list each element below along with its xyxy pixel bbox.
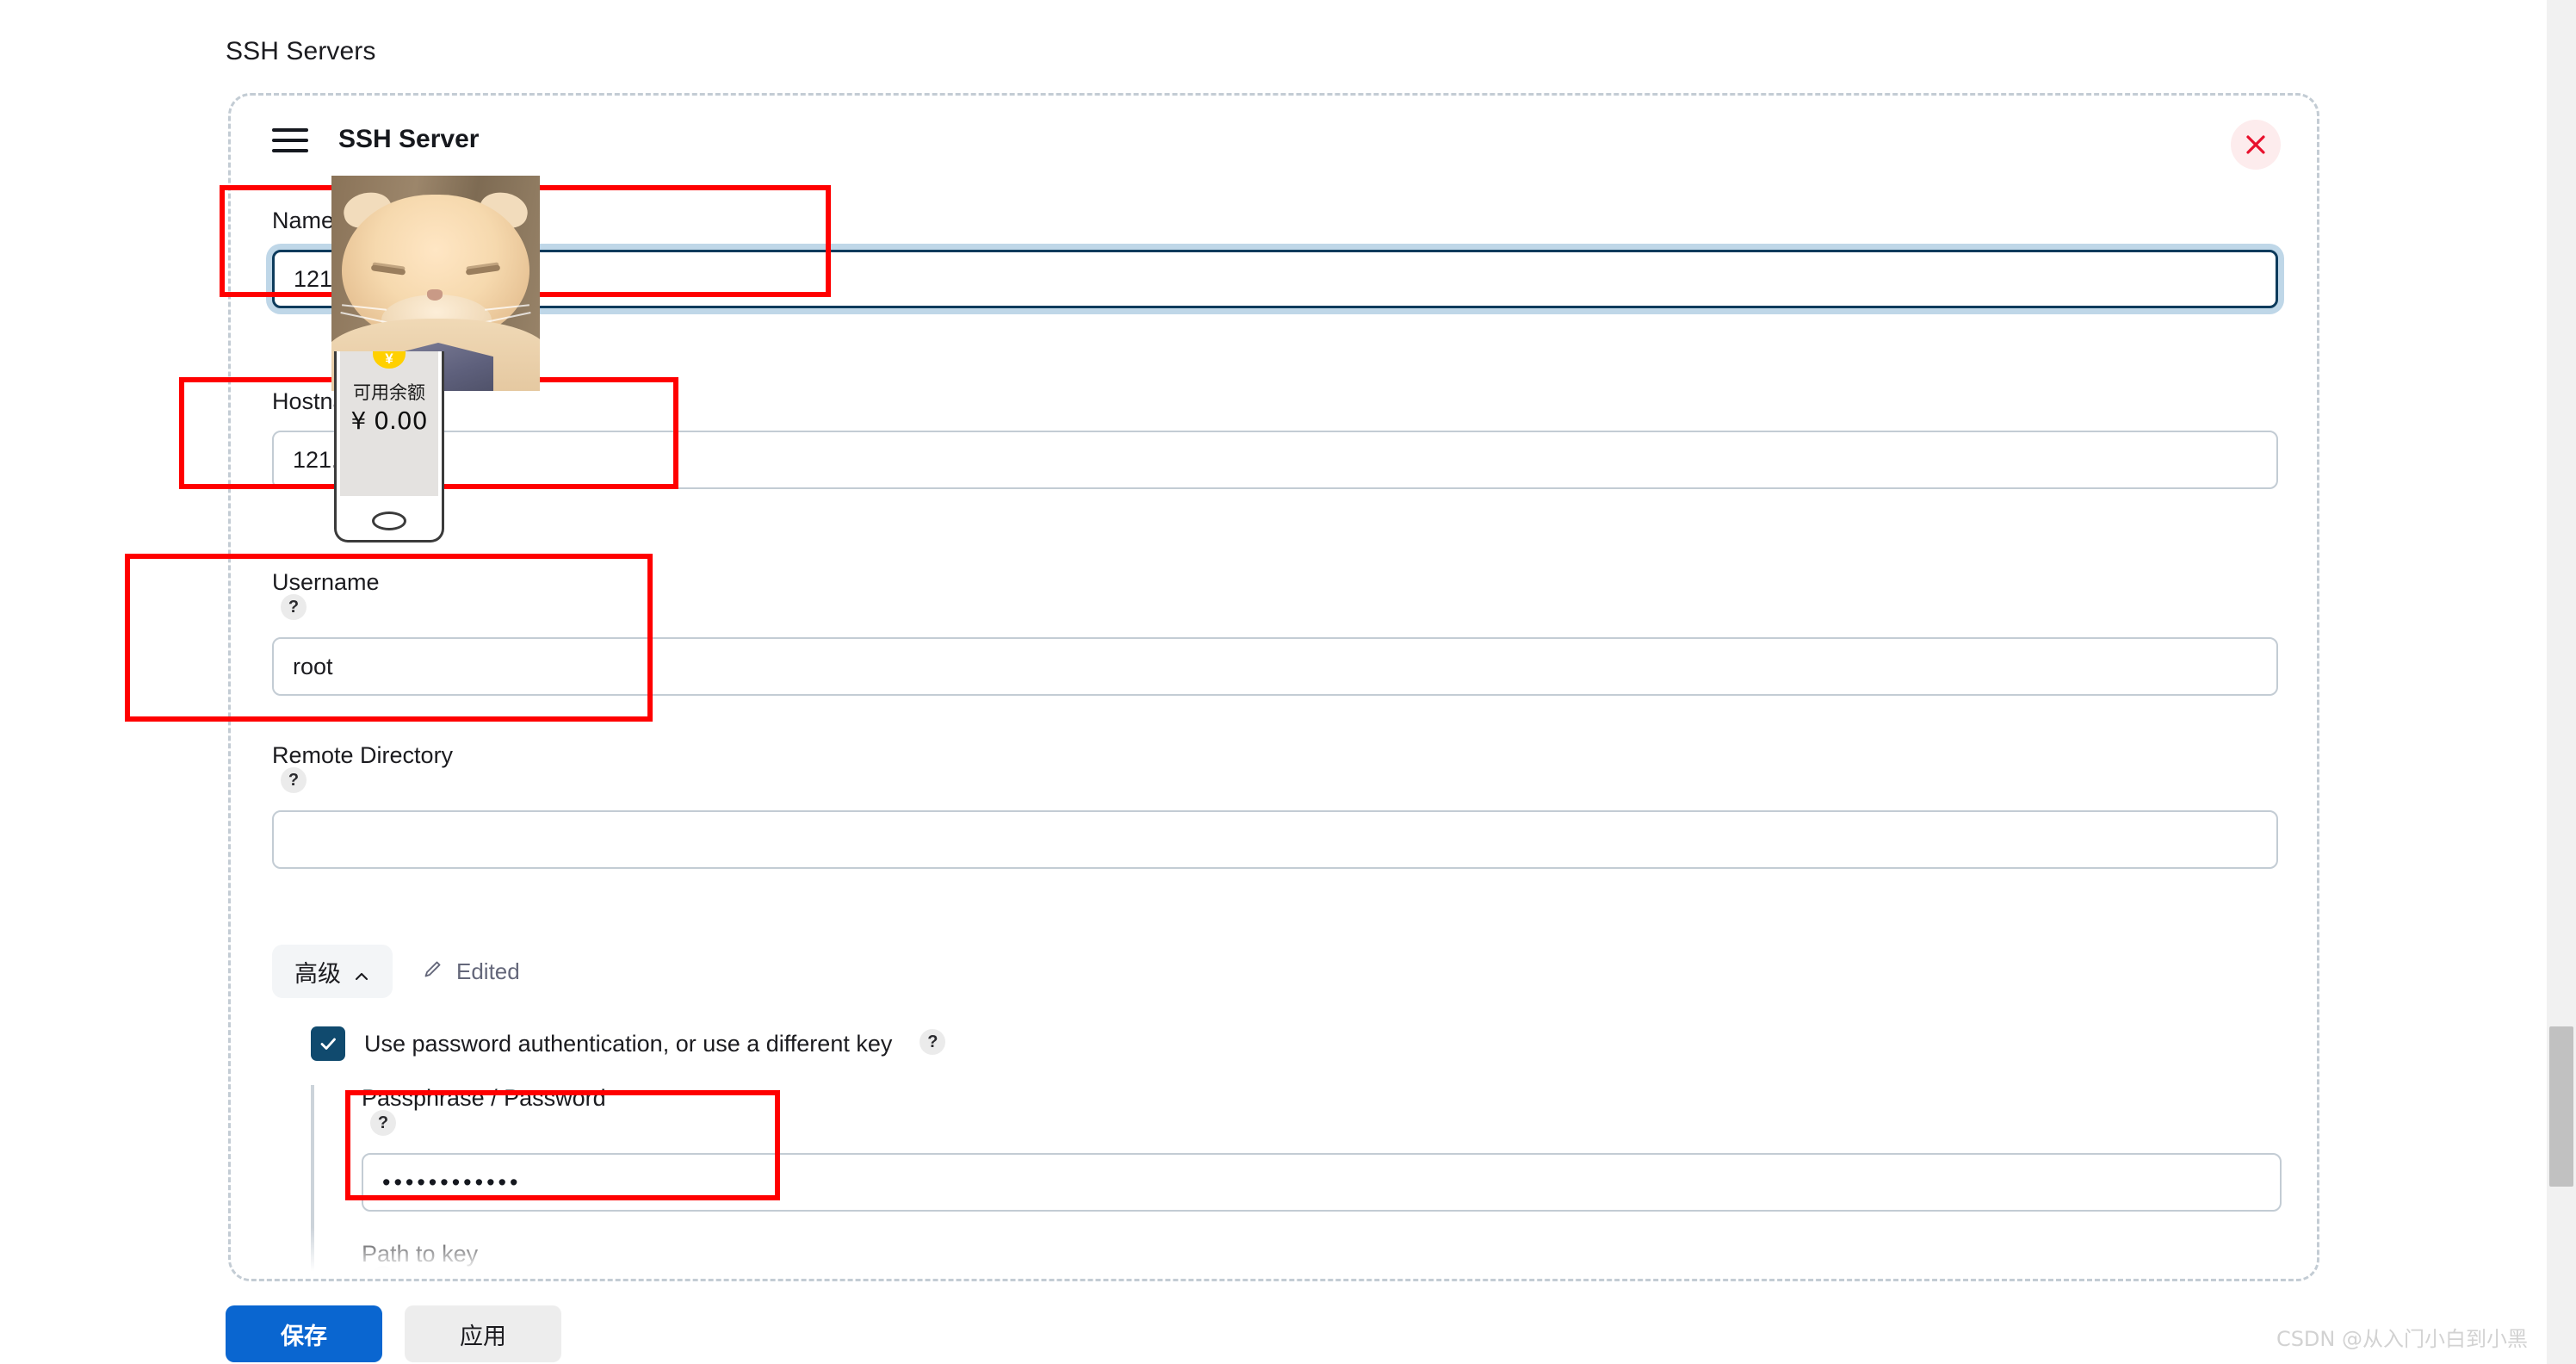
hostname-label: Hostname	[272, 388, 379, 414]
page-scrollbar-track[interactable]	[2547, 0, 2576, 1364]
password-auth-label: Use password authentication, or use a di…	[364, 1030, 893, 1057]
coin-icon: ¥	[373, 351, 406, 369]
phone-screen: ¥ 可用余额 ¥ 0.00	[340, 351, 438, 496]
advanced-toggle-button[interactable]: 高级	[272, 945, 393, 998]
save-button[interactable]: 保存	[226, 1305, 382, 1362]
name-field-group: Name	[272, 208, 2278, 308]
balance-amount: ¥ 0.00	[350, 406, 428, 435]
remote-directory-input[interactable]	[272, 810, 2278, 869]
remote-directory-field-group: Remote Directory?	[272, 742, 2278, 869]
hostname-input[interactable]	[272, 431, 2278, 489]
page-title: SSH Servers	[226, 37, 376, 65]
edited-label: Edited	[456, 958, 520, 984]
name-input[interactable]	[272, 250, 2278, 308]
edited-status: Edited	[422, 958, 520, 986]
hostname-field-group: Hostname	[272, 388, 2278, 489]
action-bar: 保存 应用	[226, 1305, 561, 1362]
pencil-icon	[422, 958, 444, 986]
path-to-key-field-group: Path to key?	[362, 1241, 2278, 1279]
username-label: Username	[272, 569, 380, 595]
passphrase-input[interactable]: ••••••••••••	[362, 1153, 2282, 1212]
remote-directory-label: Remote Directory	[272, 742, 454, 768]
page-scrollbar-thumb[interactable]	[2549, 1026, 2573, 1187]
apply-button[interactable]: 应用	[405, 1305, 561, 1362]
advanced-panel: Use password authentication, or use a di…	[272, 1026, 2282, 1279]
ssh-server-card: SSH Server Name Hostname Username?	[228, 93, 2319, 1281]
password-auth-checkbox[interactable]	[311, 1026, 345, 1061]
card-header: SSH Server	[231, 96, 2317, 178]
hamburger-icon[interactable]	[272, 128, 308, 154]
phone-mockup: ¥ 可用余额 ¥ 0.00	[334, 351, 444, 542]
path-to-key-help-icon[interactable]: ?	[370, 1266, 396, 1279]
username-help-icon[interactable]: ?	[281, 594, 307, 620]
passphrase-help-icon[interactable]: ?	[370, 1110, 396, 1136]
balance-label: 可用余额	[353, 382, 425, 403]
app-root: SSH Servers SSH Server Name Hostname	[0, 0, 2576, 1364]
card-title: SSH Server	[338, 125, 480, 153]
remote-directory-help-icon[interactable]: ?	[281, 767, 307, 793]
advanced-toggle-label: 高级	[294, 960, 341, 987]
close-icon[interactable]	[2231, 120, 2281, 170]
advanced-sub-block: Passphrase / Password? •••••••••••• Path…	[311, 1085, 2282, 1279]
password-auth-help-icon[interactable]: ?	[920, 1029, 946, 1055]
username-field-group: Username?	[272, 569, 2278, 696]
passphrase-field-group: Passphrase / Password? ••••••••••••	[362, 1085, 2282, 1212]
name-label: Name	[272, 208, 335, 233]
passphrase-label: Passphrase / Password	[362, 1085, 606, 1111]
advanced-row: 高级 Edited	[272, 945, 520, 998]
passphrase-value: ••••••••••••	[382, 1169, 522, 1195]
username-input[interactable]	[272, 637, 2278, 696]
path-to-key-label: Path to key	[362, 1241, 479, 1267]
chevron-up-icon	[353, 964, 370, 982]
password-auth-row: Use password authentication, or use a di…	[311, 1026, 2278, 1061]
phone-home-button	[372, 512, 406, 530]
watermark: CSDN @从入门小白到小黑	[2276, 1327, 2528, 1351]
